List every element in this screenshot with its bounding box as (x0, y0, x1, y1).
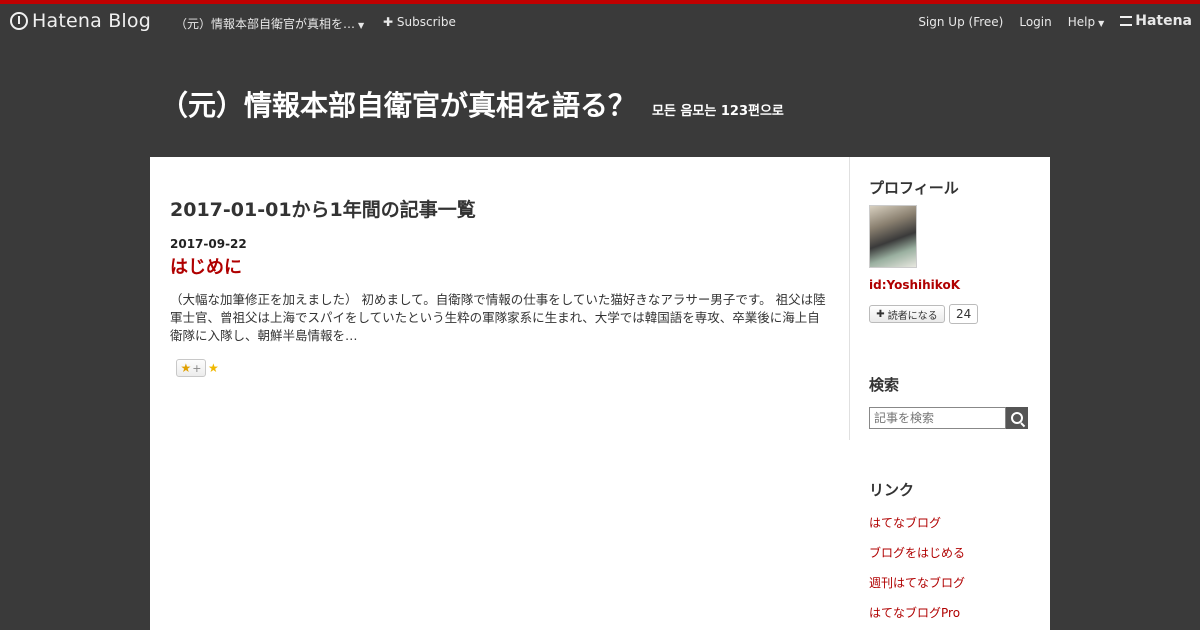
archive-heading: 2017-01-01から1年間の記事一覧 (170, 199, 476, 221)
hatena-mark-icon (1120, 16, 1133, 26)
plus-icon: + (192, 361, 202, 375)
blog-description: 모든 음모는 123편으로 (652, 104, 784, 119)
sidebar-link[interactable]: はてなブログPro (869, 604, 960, 621)
signup-link[interactable]: Sign Up (Free) (918, 15, 1003, 29)
plus-icon: ✚ (876, 308, 885, 320)
plus-icon: ✚ (383, 15, 394, 29)
star-icon[interactable]: ★ (208, 361, 219, 375)
reader-button-label: 読者になる (887, 310, 938, 322)
chevron-down-icon: ▼ (358, 21, 365, 30)
subscribe-label: Subscribe (396, 15, 456, 29)
entry-date[interactable]: 2017-09-22 (170, 237, 247, 251)
reader-count[interactable]: 24 (949, 304, 979, 324)
star-icon: ★ (180, 361, 192, 375)
login-link[interactable]: Login (1019, 15, 1051, 29)
profile-id-link[interactable]: id:YoshihikoK (869, 278, 960, 292)
blog-header: （元）情報本部自衛官が真相を語る？ 모든 음모는 123편으로 (160, 84, 784, 124)
global-header: Hatena Blog （元）情報本部自衛官が真相を… ▼ ✚ Subscribe… (0, 4, 1200, 40)
hatena-brand-label: Hatena (1135, 13, 1192, 29)
blog-title[interactable]: （元）情報本部自衛官が真相を語る？ (160, 84, 636, 124)
hatena-blog-logo[interactable]: Hatena Blog (10, 10, 151, 32)
blog-selector[interactable]: （元）情報本部自衛官が真相を… ▼ (175, 15, 364, 32)
hatena-logo-icon (10, 12, 28, 30)
search-title: 検索 (869, 376, 900, 394)
sidebar-link[interactable]: ブログをはじめる (869, 544, 965, 561)
links-title: リンク (869, 481, 915, 499)
chevron-down-icon: ▼ (1098, 19, 1105, 28)
blog-selector-label: （元）情報本部自衛官が真相を… (175, 17, 356, 31)
search-input[interactable] (869, 407, 1006, 429)
profile-title: プロフィール (869, 179, 959, 197)
main-container: 2017-01-01から1年間の記事一覧 2017-09-22 はじめに （大幅… (150, 157, 1050, 630)
sidebar-link[interactable]: 週刊はてなブログ (869, 574, 965, 591)
avatar[interactable] (869, 205, 917, 268)
hatena-brand-link[interactable]: Hatena (1120, 13, 1192, 29)
star-area: ★ + ★ (176, 359, 219, 377)
subscribe-button[interactable]: ✚ Subscribe (383, 15, 456, 29)
help-label: Help (1067, 15, 1096, 29)
search-button[interactable] (1006, 407, 1028, 429)
column-divider (849, 157, 850, 440)
search-icon (1011, 412, 1023, 424)
subscribe-reader-button[interactable]: ✚ 読者になる (869, 305, 945, 323)
entry-title-link[interactable]: はじめに (170, 253, 242, 279)
help-menu[interactable]: Help ▼ (1068, 15, 1105, 29)
entry-summary: （大幅な加筆修正を加えました） 初めまして。自衛隊で情報の仕事をしていた猫好きな… (170, 292, 826, 343)
add-star-button[interactable]: ★ + (176, 359, 206, 377)
logo-text: Hatena Blog (32, 10, 151, 32)
sidebar-link[interactable]: はてなブログ (869, 514, 941, 531)
